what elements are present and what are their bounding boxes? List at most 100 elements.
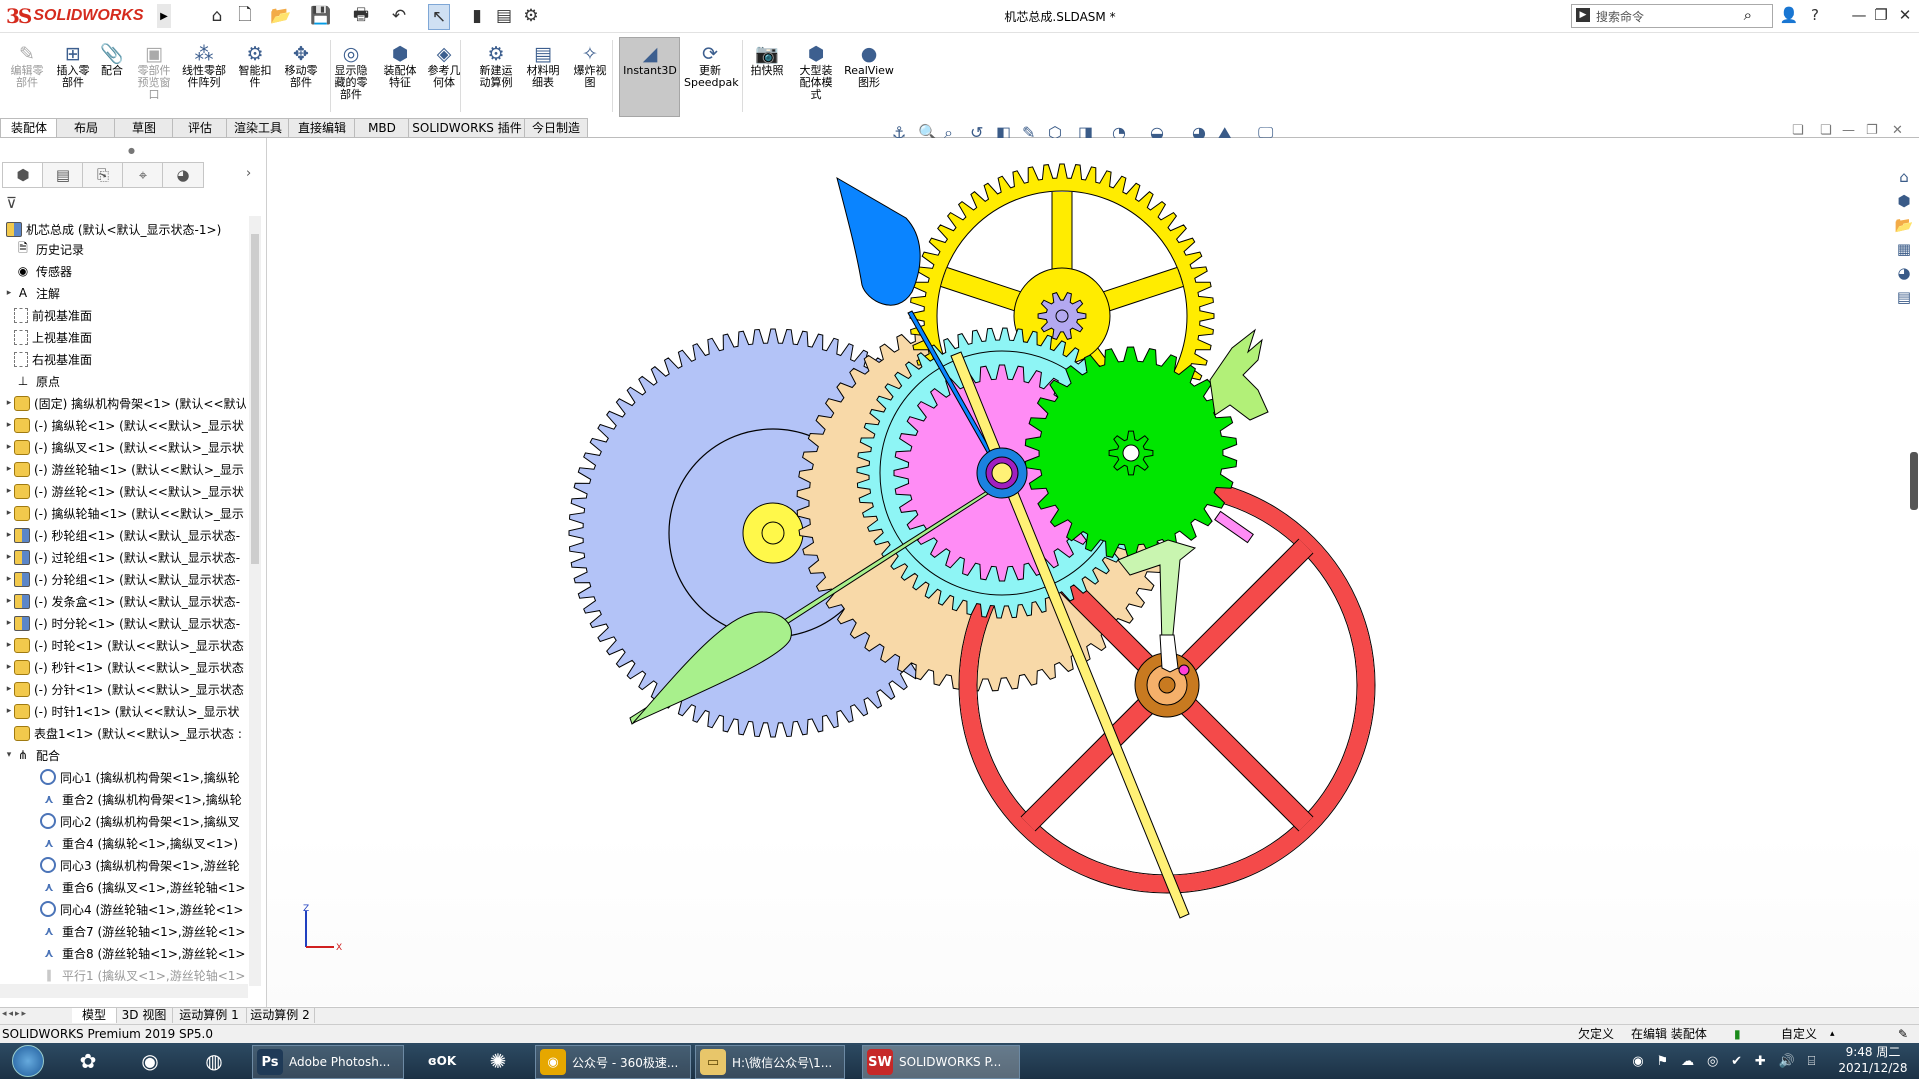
toolbar-button-2[interactable]: 📎 配合 xyxy=(98,43,126,117)
file-explorer-icon[interactable]: 📂 xyxy=(1894,216,1914,236)
expand-toggle-icon[interactable]: ▸ xyxy=(4,288,14,298)
tree-item[interactable]: 前视基准面 xyxy=(4,304,246,326)
expand-toggle-icon[interactable]: ▸ xyxy=(4,486,14,496)
tree-item[interactable]: ⋏ 重合7 (游丝轮轴<1>,游丝轮<1> xyxy=(4,920,246,942)
expand-toggle-icon[interactable]: ▸ xyxy=(4,464,14,474)
expand-toggle-icon[interactable]: ▸ xyxy=(4,684,14,694)
toolbar-button-10[interactable]: ⚙ 新建运 动算例 xyxy=(474,43,518,117)
tree-item[interactable]: 同心1 (擒纵机构骨架<1>,擒纵轮 xyxy=(4,766,246,788)
tree-item[interactable]: ◉ 传感器 xyxy=(4,260,246,282)
tree-item[interactable]: ▸ (-) 过轮组<1> (默认<默认_显示状态- xyxy=(4,546,246,568)
dimxpert-tab-icon[interactable]: ⌖ xyxy=(122,162,164,188)
tree-horizontal-scrollbar[interactable] xyxy=(0,984,248,998)
taskbar-pin-3-icon[interactable]: ◍ xyxy=(196,1044,232,1078)
doc-restore-icon[interactable]: ❐ xyxy=(1866,123,1878,138)
file-properties-icon[interactable]: ▤ xyxy=(494,4,514,28)
doc-minimize-icon[interactable]: — xyxy=(1842,123,1855,138)
search-commands-input[interactable]: ▶ 搜索命令 ⌕ xyxy=(1571,4,1773,28)
toolbar-button-15[interactable]: 📷 拍快照 xyxy=(748,43,786,117)
bottom-tab-2[interactable]: 运动算例 1 xyxy=(172,1008,247,1023)
expand-toggle-icon[interactable]: ▸ xyxy=(4,662,14,672)
tree-item[interactable]: ▸ (-) 时轮<1> (默认<<默认>_显示状态 xyxy=(4,634,246,656)
toolbar-button-5[interactable]: ⚙ 智能扣 件 xyxy=(236,43,274,117)
menu-expand-arrow[interactable]: ▶ xyxy=(157,4,171,28)
expand-toggle-icon[interactable]: ▸ xyxy=(4,508,14,518)
solidworks-logo[interactable]: 3S SOLIDWORKS xyxy=(6,4,154,28)
tree-item[interactable]: ▸ (-) 擒纵轮<1> (默认<<默认>_显示状 xyxy=(4,414,246,436)
tab-5[interactable]: 直接编辑 xyxy=(288,118,356,139)
toolbar-button-8[interactable]: ⬢ 装配体 特征 xyxy=(380,43,420,117)
toolbar-button-16[interactable]: ⬢ 大型装 配体模 式 xyxy=(794,43,838,117)
taskbar-app-0[interactable]: Ps Adobe Photosh... xyxy=(252,1045,404,1079)
tab-4[interactable]: 渲染工具 xyxy=(226,118,290,139)
print-icon[interactable]: 🖶 xyxy=(350,4,372,28)
tree-scroll-thumb[interactable] xyxy=(251,234,259,564)
home-icon[interactable]: ⌂ xyxy=(206,4,228,28)
tree-item[interactable]: ▸ (-) 擒纵轮轴<1> (默认<<默认>_显示 xyxy=(4,502,246,524)
help-icon[interactable]: ? xyxy=(1804,6,1826,24)
toolbar-button-14[interactable]: ⟳ 更新 Speedpak xyxy=(684,43,739,117)
tree-item[interactable]: ⋏ 重合8 (游丝轮轴<1>,游丝轮<1> xyxy=(4,942,246,964)
tab-8[interactable]: 今日制造 xyxy=(524,118,588,139)
tab-0[interactable]: 装配体 xyxy=(0,118,58,139)
tree-item[interactable]: ∥ 平行1 (擒纵叉<1>,游丝轮轴<1> xyxy=(4,964,246,986)
view-palette-icon[interactable]: ▦ xyxy=(1894,240,1914,260)
solidworks-resources-icon[interactable]: ⌂ xyxy=(1894,168,1914,188)
tile-icon[interactable]: ❏ xyxy=(1792,123,1804,138)
taskbar-app-3[interactable]: SW SOLIDWORKS P... xyxy=(862,1045,1020,1079)
tab-1[interactable]: 布局 xyxy=(56,118,116,139)
toolbar-button-4[interactable]: ⁂ 线性零部 件阵列 xyxy=(178,43,230,117)
configuration-manager-tab-icon[interactable]: ⎘ xyxy=(82,162,124,188)
tab-3[interactable]: 评估 xyxy=(172,118,228,139)
tree-item[interactable]: ▸ (-) 游丝轮<1> (默认<<默认>_显示状 xyxy=(4,480,246,502)
select-icon[interactable]: ↖ xyxy=(428,4,450,30)
tree-item[interactable]: ▸ (-) 擒纵叉<1> (默认<<默认>_显示状 xyxy=(4,436,246,458)
expand-toggle-icon[interactable]: ▸ xyxy=(4,574,14,584)
tab-scroll-arrows-icon[interactable]: ◂◂▸▸ xyxy=(2,1009,28,1019)
expand-toggle-icon[interactable]: ▸ xyxy=(4,398,14,408)
tree-item[interactable]: ▸ (-) 分针<1> (默认<<默认>_显示状态 xyxy=(4,678,246,700)
volume-icon[interactable]: 🔊 xyxy=(1779,1054,1795,1069)
taskbar-pin-2-icon[interactable]: ◉ xyxy=(132,1044,168,1078)
tray-icon[interactable]: ◎ xyxy=(1707,1054,1718,1069)
toolbar-button-3[interactable]: ▣ 零部件 预览窗 口 xyxy=(136,43,172,117)
toolbar-button-17[interactable]: ● RealView 图形 xyxy=(840,43,898,117)
tree-item[interactable]: 同心3 (擒纵机构骨架<1>,游丝轮 xyxy=(4,854,246,876)
close-icon[interactable]: ✕ xyxy=(1894,6,1916,24)
tray-icon[interactable]: ✚ xyxy=(1755,1054,1766,1069)
taskbar-pin-5-icon[interactable]: ✺ xyxy=(480,1044,516,1078)
expand-toggle-icon[interactable]: ▸ xyxy=(4,442,14,452)
expand-toggle-icon[interactable]: ▸ xyxy=(4,640,14,650)
tree-item[interactable]: ▸ (-) 秒轮组<1> (默认<默认_显示状态- xyxy=(4,524,246,546)
tree-item[interactable]: ▸ (-) 秒针<1> (默认<<默认>_显示状态 xyxy=(4,656,246,678)
clock[interactable]: 9:48 周二 2021/12/28 xyxy=(1828,1044,1918,1076)
tab-2[interactable]: 草图 xyxy=(114,118,174,139)
tile-icon[interactable]: ❏ xyxy=(1820,123,1832,138)
feature-manager-tab-icon[interactable]: ⬢ xyxy=(2,162,44,188)
rebuild-icon[interactable]: ▮ xyxy=(470,4,484,28)
tree-item[interactable]: 同心4 (游丝轮轴<1>,游丝轮<1> xyxy=(4,898,246,920)
toolbar-button-0[interactable]: ✎ 编辑零 部件 xyxy=(6,43,48,117)
tray-icon[interactable]: ☁ xyxy=(1681,1054,1694,1069)
tree-item[interactable]: 上视基准面 xyxy=(4,326,246,348)
graphics-area[interactable] xyxy=(267,138,1919,1006)
taskbar-app-2[interactable]: ▭ H:\微信公众号\1... xyxy=(695,1045,845,1079)
toolbar-button-11[interactable]: ▤ 材料明 细表 xyxy=(524,43,562,117)
appearances-icon[interactable]: ◕ xyxy=(1894,264,1914,284)
display-manager-tab-icon[interactable]: ◕ xyxy=(162,162,204,188)
tree-item[interactable]: 🗎 历史记录 xyxy=(4,238,246,260)
units-custom[interactable]: 自定义 xyxy=(1781,1025,1817,1044)
custom-properties-icon[interactable]: ▤ xyxy=(1894,288,1914,308)
tree-item[interactable]: 表盘1<1> (默认<<默认>_显示状态 : xyxy=(4,722,246,744)
tab-7[interactable]: SOLIDWORKS 插件 xyxy=(408,118,526,139)
tree-item[interactable]: ▸ (-) 发条盒<1> (默认<默认_显示状态- xyxy=(4,590,246,612)
user-icon[interactable]: 👤 xyxy=(1778,6,1800,24)
panel-more-arrow-icon[interactable]: › xyxy=(246,166,251,181)
minimize-icon[interactable]: — xyxy=(1848,6,1870,24)
movement-model[interactable] xyxy=(267,138,1919,1006)
expand-toggle-icon[interactable]: ▸ xyxy=(4,596,14,606)
toolbar-button-13[interactable]: ◢ Instant3D xyxy=(622,43,678,117)
restore-icon[interactable]: ❐ xyxy=(1870,6,1892,24)
taskbar-app-1[interactable]: ◉ 公众号 - 360极速... xyxy=(535,1045,691,1079)
tree-item[interactable]: ▸ A 注解 xyxy=(4,282,246,304)
